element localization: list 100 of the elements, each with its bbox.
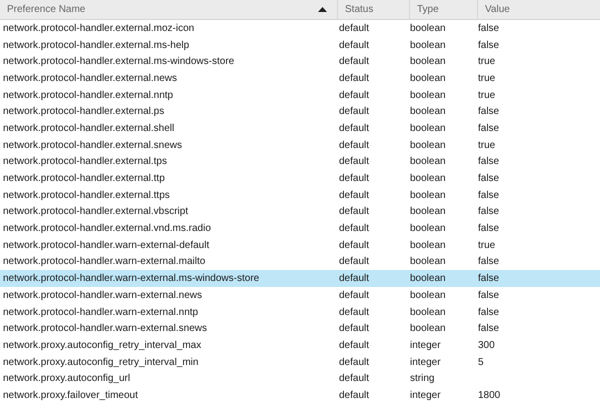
table-cell-text: network.protocol-handler.warn-external.mailto [2, 256, 206, 268]
table-cell-text: default [338, 106, 370, 118]
table-cell: 5 [478, 356, 484, 368]
table-row[interactable]: network.protocol-handler.external.news default boolean true [0, 70, 600, 87]
table-cell-text: network.protocol-handler.external.ttps [2, 190, 171, 201]
table-cell-text: integer [410, 340, 442, 351]
table-cell-text: default [338, 206, 370, 218]
table-cell-text: boolean [410, 273, 447, 284]
table-cell: false [478, 156, 500, 168]
table-cell-text: network.protocol-handler.warn-external.snews [2, 323, 208, 334]
table-cell: false [478, 306, 500, 318]
table-cell: true [478, 140, 496, 151]
table-cell: false [478, 22, 500, 34]
table-cell-text: network.protocol-handler.external.ttp [2, 173, 166, 184]
table-cell: false [478, 190, 500, 201]
table-cell-text: integer [410, 356, 442, 368]
table-row[interactable]: network.protocol-handler.external.shell default boolean false [0, 120, 600, 137]
column-header[interactable]: Preference Name [0, 0, 338, 19]
table-cell: true [478, 56, 496, 68]
table-row[interactable]: network.proxy.autoconfig_retry_interval_max default integer 300 [0, 337, 600, 354]
table-cell-text: boolean [410, 256, 447, 268]
table-row[interactable]: network.proxy.autoconfig_url default string [0, 370, 600, 388]
table-cell: false [478, 273, 500, 284]
table-cell-text: default [338, 122, 370, 134]
table-cell-text: boolean [410, 173, 447, 184]
table-cell-text: default [338, 306, 370, 318]
table-cell-text: boolean [410, 240, 447, 251]
table-cell-text: default [338, 290, 370, 301]
table-cell-text: boolean [410, 90, 447, 101]
table-cell-text: boolean [410, 72, 447, 84]
table-cell-text: network.protocol-handler.external.moz-icon [2, 22, 196, 34]
table-row[interactable]: network.proxy.failover_timeout default integer 1800 [0, 387, 600, 404]
table-row[interactable]: network.protocol-handler.external.snews default boolean true [0, 136, 600, 154]
table-cell-text: network.protocol-handler.warn-external.news [2, 290, 203, 301]
table-cell-text: boolean [410, 206, 447, 218]
table-row[interactable]: network.protocol-handler.warn-external.mailto default boolean false [0, 254, 600, 270]
table-cell: false [478, 223, 500, 234]
table-cell-text: default [338, 256, 370, 268]
table-row[interactable]: network.protocol-handler.external.ttps default boolean false [0, 186, 600, 204]
table-cell-text: default [338, 273, 370, 284]
table-cell-text: boolean [410, 190, 447, 201]
table-cell-text: boolean [410, 290, 447, 301]
table-cell-text: string [410, 373, 436, 384]
table-row[interactable]: network.protocol-handler.external.tps default boolean false [0, 154, 600, 170]
table-row[interactable]: network.protocol-handler.external.vbscript default boolean false [0, 204, 600, 220]
column-header[interactable]: Status [338, 0, 410, 19]
table-cell-text: default [338, 90, 370, 101]
column-header[interactable]: Value [478, 0, 600, 19]
table-cell-text: default [338, 140, 370, 151]
column-header[interactable]: Type [410, 0, 478, 19]
table-cell-text: default [338, 223, 370, 234]
table-cell: false [478, 323, 500, 334]
table-row[interactable]: network.protocol-handler.external.ms-help default boolean false [0, 36, 600, 54]
table-row[interactable]: network.protocol-handler.external.ms-windows-store default boolean true [0, 53, 600, 70]
table-cell-text: default [338, 40, 370, 51]
table-cell: true [478, 72, 496, 84]
table-cell-text: network.protocol-handler.external.shell [2, 122, 176, 134]
table-cell-text: network.proxy.autoconfig_retry_interval_max [2, 340, 202, 351]
table-cell-text: network.protocol-handler.external.vnd.ms.radio [2, 223, 212, 234]
table-cell-text: network.protocol-handler.external.snews [2, 140, 183, 151]
table-row[interactable]: network.protocol-handler.warn-external.nntp default boolean false [0, 304, 600, 320]
table-cell-text: network.protocol-handler.warn-external.ms-windows-store [2, 273, 260, 284]
table-cell: false [478, 256, 500, 268]
table-row[interactable]: network.proxy.autoconfig_retry_interval_min default integer 5 [0, 354, 600, 370]
table-cell-text: boolean [410, 106, 447, 118]
table-cell-text: boolean [410, 323, 447, 334]
table-cell: 300 [478, 340, 495, 351]
table-cell-text: boolean [410, 40, 447, 51]
table-cell-text: default [338, 340, 370, 351]
table-row[interactable]: network.protocol-handler.external.nntp default boolean true [0, 86, 600, 104]
table-cell-text: default [338, 356, 370, 368]
table-row[interactable]: network.protocol-handler.external.ttp default boolean false [0, 170, 600, 187]
table-cell-text: integer [410, 390, 442, 401]
table-cell: false [478, 206, 500, 218]
table-cell: false [478, 122, 500, 134]
table-row[interactable]: network.protocol-handler.warn-external.ms-windows-store default boolean false [0, 270, 600, 287]
table-row[interactable]: network.protocol-handler.external.vnd.ms.radio default boolean false [0, 220, 600, 237]
table-cell-text: network.protocol-handler.external.vbscript [2, 206, 190, 218]
table-cell-text: network.protocol-handler.external.nntp [2, 90, 174, 101]
table-cell-text: boolean [410, 306, 447, 318]
table-cell-text: boolean [410, 122, 447, 134]
table-cell: false [478, 173, 500, 184]
table-cell-text: network.protocol-handler.external.news [2, 72, 178, 84]
table-cell-text: network.protocol-handler.warn-external.nntp [2, 306, 200, 318]
table-row[interactable]: network.protocol-handler.warn-external-default default boolean true [0, 236, 600, 254]
table-cell-text: boolean [410, 22, 447, 34]
table-cell-text: boolean [410, 56, 447, 68]
table-cell: false [478, 40, 500, 51]
table-cell-text: default [338, 56, 370, 68]
table-row[interactable]: network.protocol-handler.warn-external.news default boolean false [0, 287, 600, 304]
table-cell-text: default [338, 390, 370, 401]
table-cell: true [478, 90, 496, 101]
table-row[interactable]: network.protocol-handler.external.ps default boolean false [0, 103, 600, 120]
table-cell-text: default [338, 373, 370, 384]
table-row[interactable]: network.protocol-handler.external.moz-icon default boolean false [0, 20, 600, 37]
table-row[interactable]: network.protocol-handler.warn-external.snews default boolean false [0, 320, 600, 338]
table-cell: true [478, 240, 496, 251]
table-cell-text: default [338, 156, 370, 168]
table-cell-text: network.protocol-handler.warn-external-default [2, 240, 210, 251]
table-cell-text: boolean [410, 223, 447, 234]
